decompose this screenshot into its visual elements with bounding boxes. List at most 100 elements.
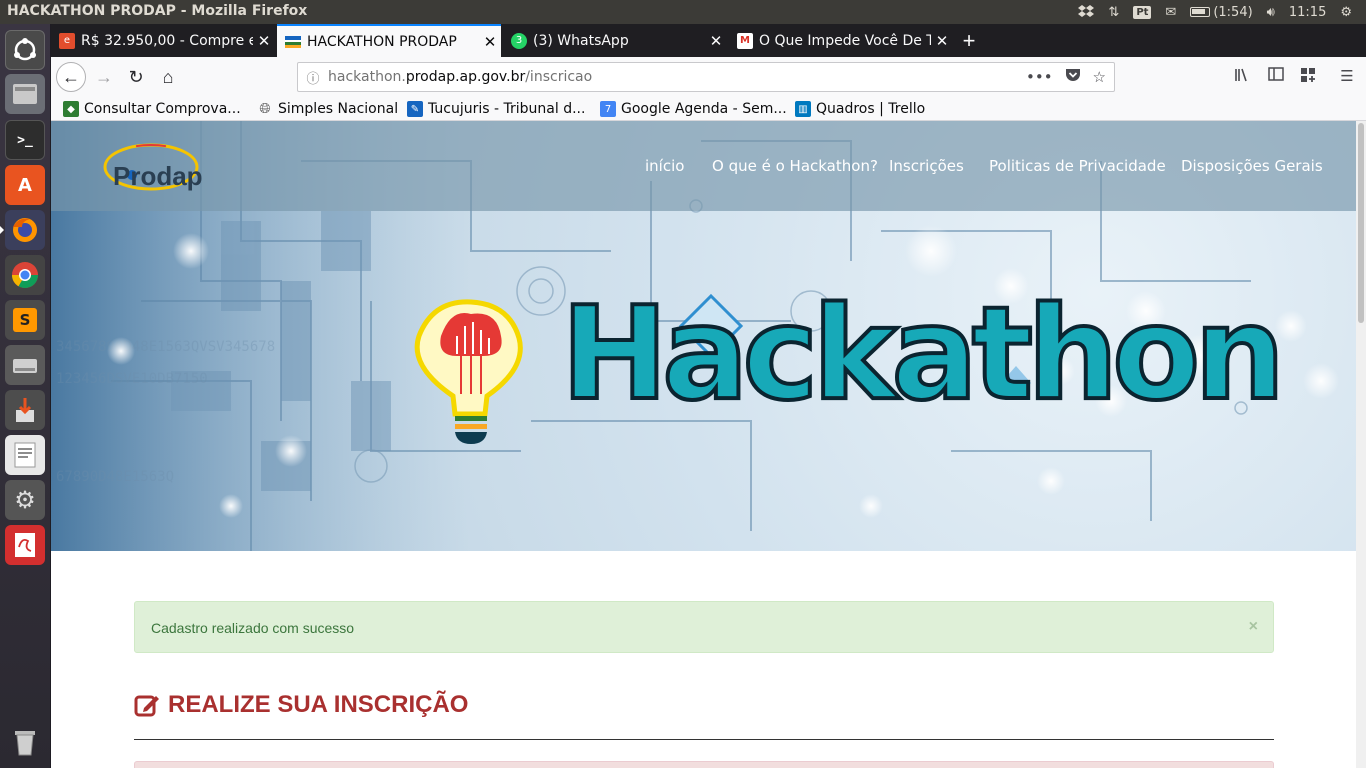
bookmark-tucujuris[interactable]: ✎ Tucujuris - Tribunal d...	[407, 99, 585, 119]
edit-icon	[134, 695, 159, 717]
nav-disposicoes[interactable]: Disposições Gerais	[1181, 157, 1323, 175]
text-editor-icon[interactable]	[5, 435, 45, 475]
divider	[134, 739, 1274, 740]
hero-title: Hackathon	[559, 280, 1287, 429]
close-icon[interactable]: ✕	[931, 32, 953, 50]
section-heading: REALIZE SUA INSCRIÇÃO	[134, 691, 468, 719]
success-message: Cadastro realizado com sucesso	[151, 620, 355, 636]
url-host: prodap.ap.gov.br	[405, 69, 526, 85]
close-icon[interactable]: ×	[1249, 618, 1258, 636]
bookmark-label: Tucujuris - Tribunal d...	[428, 101, 586, 117]
nav-inscricoes[interactable]: Inscrições	[889, 157, 964, 175]
globe-icon: 🌐︎	[259, 101, 271, 117]
forward-arrow-icon[interactable]: →	[89, 62, 119, 92]
sublime-text-icon[interactable]: S	[5, 300, 45, 340]
tab-hackathon-prodap[interactable]: HACKATHON PRODAP ✕	[277, 24, 501, 57]
bookmark-label: Simples Nacional	[278, 101, 399, 117]
power-gear-icon[interactable]: ⚙	[1340, 5, 1352, 20]
bookmark-label: Quadros | Trello	[816, 101, 926, 117]
nav-inicio[interactable]: início	[645, 157, 684, 175]
bookmark-star-icon[interactable]: ☆	[1093, 68, 1106, 86]
network-transfer-icon[interactable]: ⇅	[1108, 5, 1119, 20]
bookmark-consultar[interactable]: ◆ Consultar Comprova...	[63, 99, 241, 119]
reload-icon[interactable]: ↻	[121, 62, 151, 92]
page-actions-icon[interactable]: •••	[1026, 68, 1053, 86]
tab-gmail[interactable]: M O Que Impede Você De T ✕	[729, 24, 953, 57]
nav-politicas[interactable]: Politicas de Privacidade	[989, 157, 1166, 175]
close-icon[interactable]: ✕	[705, 32, 727, 50]
gmail-favicon-icon: M	[737, 32, 753, 49]
software-center-icon[interactable]: A	[5, 165, 45, 205]
battery-time: (1:54)	[1213, 4, 1253, 20]
svg-text:123456DSVE10DB7150: 123456DSVE10DB7150	[56, 371, 208, 387]
home-icon[interactable]: ⌂	[153, 62, 183, 92]
new-tab-plus-icon[interactable]: +	[957, 28, 981, 54]
dropbox-icon[interactable]	[1078, 5, 1095, 19]
amapa-flag-favicon-icon	[285, 34, 301, 50]
dash-icon[interactable]	[5, 30, 45, 70]
url-subdomain: hackathon.	[328, 69, 406, 85]
page-scrollbar[interactable]	[1356, 121, 1366, 768]
hamburger-menu-icon[interactable]: ☰	[1336, 67, 1358, 85]
svg-text:67890D48E1563Q: 67890D48E1563Q	[56, 469, 174, 485]
error-alert	[134, 761, 1274, 768]
pocket-icon[interactable]	[1065, 68, 1081, 86]
tab-whatsapp[interactable]: 3 (3) WhatsApp ✕	[503, 24, 727, 57]
success-alert: Cadastro realizado com sucesso ×	[134, 601, 1274, 653]
files-icon[interactable]	[5, 74, 45, 114]
section-title: REALIZE SUA INSCRIÇÃO	[168, 691, 469, 718]
extensions-grid-icon[interactable]	[1297, 67, 1319, 87]
chrome-icon[interactable]	[5, 255, 45, 295]
logo-text: Prodap	[113, 161, 203, 191]
library-icon[interactable]	[1231, 67, 1253, 87]
svg-text:34567890D48E1563QVSV345678: 34567890D48E1563QVSV345678	[56, 339, 275, 355]
hero-banner: 34567890D48E1563QVSV345678 123456DSVE10D…	[51, 121, 1356, 551]
site-info-icon[interactable]: ⓘ	[298, 68, 328, 87]
battery-icon	[1190, 7, 1211, 17]
calendar-icon: 7	[600, 101, 616, 117]
system-tray: ⇅ Pt ✉ (1:54) 🔊︎ 11:15 ⚙	[1078, 0, 1366, 24]
tab-strip: e R$ 32.950,00 - Compre e ✕ HACKATHON PR…	[51, 24, 1366, 57]
tab-label: (3) WhatsApp	[533, 32, 629, 49]
whatsapp-favicon-icon: 3	[511, 32, 527, 49]
web-page: 34567890D48E1563QVSV345678 123456DSVE10D…	[51, 121, 1356, 768]
close-icon[interactable]: ✕	[479, 33, 501, 51]
bookmark-label: Google Agenda - Sem...	[621, 101, 787, 117]
window-title: HACKATHON PRODAP - Mozilla Firefox	[7, 3, 308, 19]
tab-label: HACKATHON PRODAP	[307, 33, 457, 50]
firefox-icon[interactable]	[0, 210, 45, 250]
navigation-toolbar: ← → ↻ ⌂ ⓘ hackathon. prodap.ap.gov.br/ins…	[51, 57, 1366, 97]
terminal-icon[interactable]: >_	[5, 120, 45, 160]
trello-icon: ▥	[795, 101, 811, 117]
tucujuris-icon: ✎	[407, 101, 423, 117]
tab-label: R$ 32.950,00 - Compre e	[81, 32, 253, 49]
installer-icon[interactable]	[5, 390, 45, 430]
bookmarks-toolbar: ◆ Consultar Comprova... 🌐︎ Simples Nacio…	[51, 97, 1366, 121]
back-arrow-icon[interactable]: ←	[56, 62, 86, 92]
clock[interactable]: 11:15	[1289, 5, 1326, 20]
bookmark-simples-nacional[interactable]: 🌐︎ Simples Nacional	[257, 99, 398, 119]
system-top-panel: HACKATHON PRODAP - Mozilla Firefox ⇅ Pt …	[0, 0, 1366, 24]
close-icon[interactable]: ✕	[253, 32, 275, 50]
sidebar-icon[interactable]	[1265, 67, 1287, 85]
battery-indicator[interactable]: (1:54)	[1190, 4, 1253, 20]
hackathon-hero-logo: Hackathon	[401, 289, 1287, 466]
url-path: /inscricao	[525, 69, 593, 85]
nav-o-que-e[interactable]: O que é o Hackathon?	[712, 157, 878, 175]
volume-icon[interactable]: 🔊︎	[1267, 5, 1275, 20]
document-viewer-icon[interactable]	[5, 525, 45, 565]
bookmark-label: Consultar Comprova...	[84, 101, 241, 117]
mail-icon[interactable]: ✉	[1165, 5, 1176, 20]
bookmark-trello[interactable]: ▥ Quadros | Trello	[795, 99, 925, 119]
tab-label: O Que Impede Você De T	[759, 32, 931, 49]
drive-icon[interactable]	[5, 345, 45, 385]
url-bar[interactable]: ⓘ hackathon. prodap.ap.gov.br/inscricao •…	[297, 62, 1115, 92]
keyboard-layout-indicator[interactable]: Pt	[1133, 5, 1152, 19]
trash-icon[interactable]	[5, 722, 45, 762]
scrollbar-thumb[interactable]	[1358, 123, 1364, 323]
system-settings-icon[interactable]: ⚙	[5, 480, 45, 520]
bookmark-google-agenda[interactable]: 7 Google Agenda - Sem...	[600, 99, 787, 119]
tab-compre[interactable]: e R$ 32.950,00 - Compre e ✕	[51, 24, 275, 57]
prodap-logo[interactable]: Prodap	[101, 135, 221, 197]
store-favicon-icon: e	[59, 32, 75, 49]
